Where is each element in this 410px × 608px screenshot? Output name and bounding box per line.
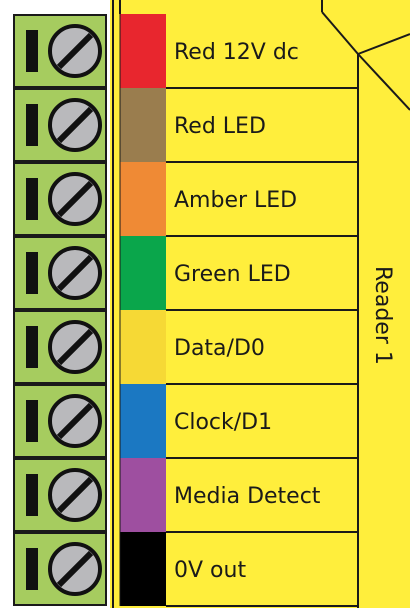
wire-color-swatch	[120, 236, 166, 310]
wire-color-swatch	[120, 384, 166, 458]
terminal-pin-slot	[26, 474, 38, 516]
wire-label: Red LED	[174, 114, 266, 139]
reader-label: Reader 1	[370, 266, 395, 365]
wire-color-swatch	[120, 162, 166, 236]
wire-label: Green LED	[174, 262, 291, 287]
wire-color-swatch	[120, 458, 166, 532]
wire-label: Clock/D1	[174, 410, 272, 435]
terminal-pin-slot	[26, 252, 38, 294]
terminal-pin-slot	[26, 104, 38, 146]
terminal-pin-slot	[26, 326, 38, 368]
wire-color-swatch	[120, 532, 166, 606]
wiring-diagram-svg: Red 12V dc Red LED Amber LED Green LED Data/…	[13, 0, 410, 608]
terminal-pin-slot	[26, 400, 38, 442]
wire-label: 0V out	[174, 558, 246, 583]
wire-label: Media Detect	[174, 484, 321, 509]
wire-label: Data/D0	[174, 336, 265, 361]
terminal-pin-slot	[26, 30, 38, 72]
wire-color-swatch	[120, 88, 166, 162]
wiring-diagram: Red 12V dc Red LED Amber LED Green LED Data/…	[0, 0, 410, 608]
wire-color-swatch	[120, 14, 166, 88]
wire-label: Red 12V dc	[174, 40, 299, 65]
wire-color-swatch	[120, 310, 166, 384]
terminal-pin-slot	[26, 548, 38, 590]
terminal-pin-slot	[26, 178, 38, 220]
wire-label: Amber LED	[174, 188, 297, 213]
